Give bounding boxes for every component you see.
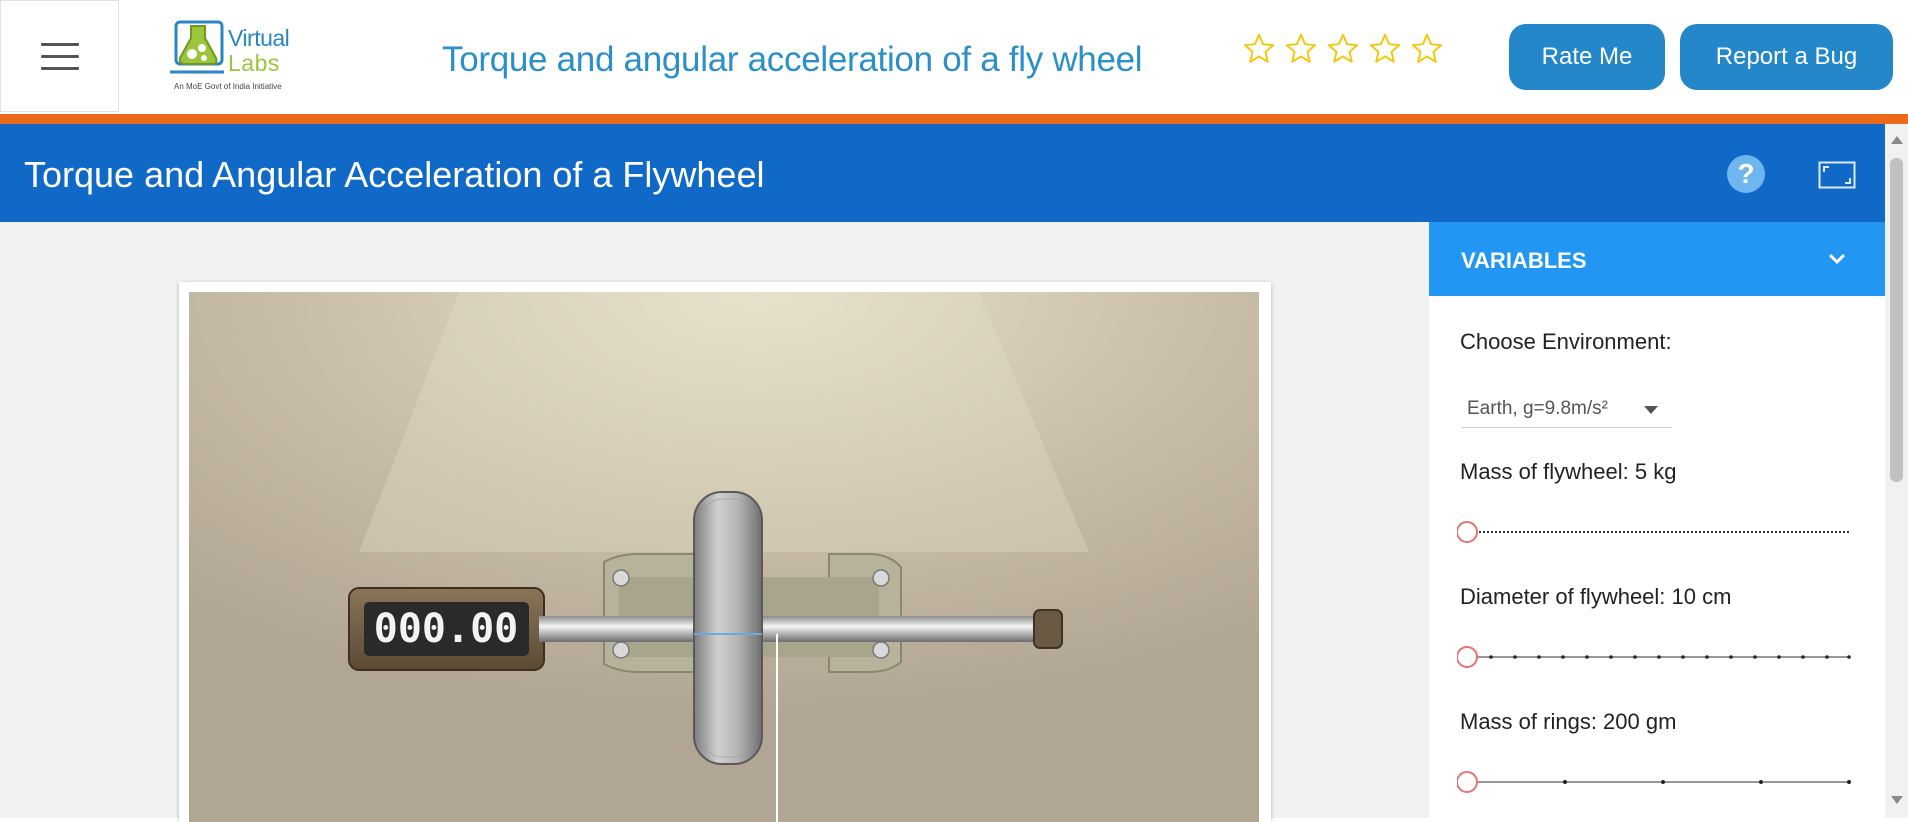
fullscreen-icon[interactable] xyxy=(1818,161,1856,189)
digital-counter: 000.00 xyxy=(348,587,545,671)
axle-shaft xyxy=(539,616,1049,642)
logo-text-virtual: Virtual xyxy=(228,25,290,51)
question-mark-icon[interactable]: ? xyxy=(1727,155,1765,193)
star-icon[interactable] xyxy=(1326,32,1360,66)
report-bug-button[interactable]: Report a Bug xyxy=(1680,24,1893,90)
slider-thumb[interactable] xyxy=(1457,646,1478,668)
environment-select[interactable]: Earth, g=9.8m/s² xyxy=(1462,390,1672,428)
star-rating[interactable] xyxy=(1242,32,1444,66)
scrollbar-thumb[interactable] xyxy=(1890,158,1903,482)
main-content: 000.00 VARIABLES Choose Environment: Ear… xyxy=(0,222,1885,822)
scroll-down-arrow-icon[interactable] xyxy=(1891,796,1903,804)
slider-thumb[interactable] xyxy=(1457,771,1478,793)
star-icon[interactable] xyxy=(1410,32,1444,66)
hamburger-menu-icon[interactable] xyxy=(0,0,119,112)
mass-flywheel-label: Mass of flywheel: 5 kg xyxy=(1460,459,1677,484)
scroll-up-arrow-icon[interactable] xyxy=(1891,136,1903,144)
mass-rings-slider[interactable] xyxy=(1457,767,1857,797)
star-icon[interactable] xyxy=(1242,32,1276,66)
environment-selected-value: Earth, g=9.8m/s² xyxy=(1467,398,1608,419)
slider-thumb[interactable] xyxy=(1457,521,1478,543)
mass-flywheel-slider[interactable] xyxy=(1457,517,1857,547)
variables-header[interactable]: VARIABLES xyxy=(1429,222,1885,296)
simulation-title-bar: Torque and Angular Acceleration of a Fly… xyxy=(0,124,1885,222)
flask-logo-icon xyxy=(170,20,224,74)
header-divider xyxy=(0,114,1908,124)
flywheel-simulation-canvas[interactable]: 000.00 xyxy=(189,292,1259,822)
logo-tagline: An MoE Govt of India Initiative xyxy=(174,82,282,91)
diameter-flywheel-slider[interactable] xyxy=(1457,642,1857,672)
diameter-flywheel-label: Diameter of flywheel: 10 cm xyxy=(1460,584,1732,609)
chevron-down-icon[interactable] xyxy=(1827,252,1847,266)
variables-header-label: VARIABLES xyxy=(1461,248,1587,273)
star-icon[interactable] xyxy=(1368,32,1402,66)
flywheel xyxy=(693,491,763,765)
dropdown-arrow-icon xyxy=(1644,406,1658,414)
mass-rings-label: Mass of rings: 200 gm xyxy=(1460,709,1677,734)
experiment-title: Torque and angular acceleration of a fly… xyxy=(442,40,1143,79)
star-icon[interactable] xyxy=(1284,32,1318,66)
top-header: Virtual Labs An MoE Govt of India Initia… xyxy=(0,0,1908,114)
variables-panel: VARIABLES Choose Environment: Earth, g=9… xyxy=(1429,222,1885,818)
simulation-title: Torque and Angular Acceleration of a Fly… xyxy=(24,154,765,195)
virtual-labs-logo[interactable]: Virtual Labs An MoE Govt of India Initia… xyxy=(166,18,296,94)
simulation-canvas-card: 000.00 xyxy=(179,282,1271,822)
rate-me-button[interactable]: Rate Me xyxy=(1509,24,1665,90)
counter-readout: 000.00 xyxy=(374,606,519,652)
environment-label: Choose Environment: xyxy=(1460,329,1672,354)
logo-text-labs: Labs xyxy=(228,50,280,76)
vertical-scrollbar[interactable] xyxy=(1885,124,1908,818)
shaft-cap xyxy=(1033,609,1063,649)
